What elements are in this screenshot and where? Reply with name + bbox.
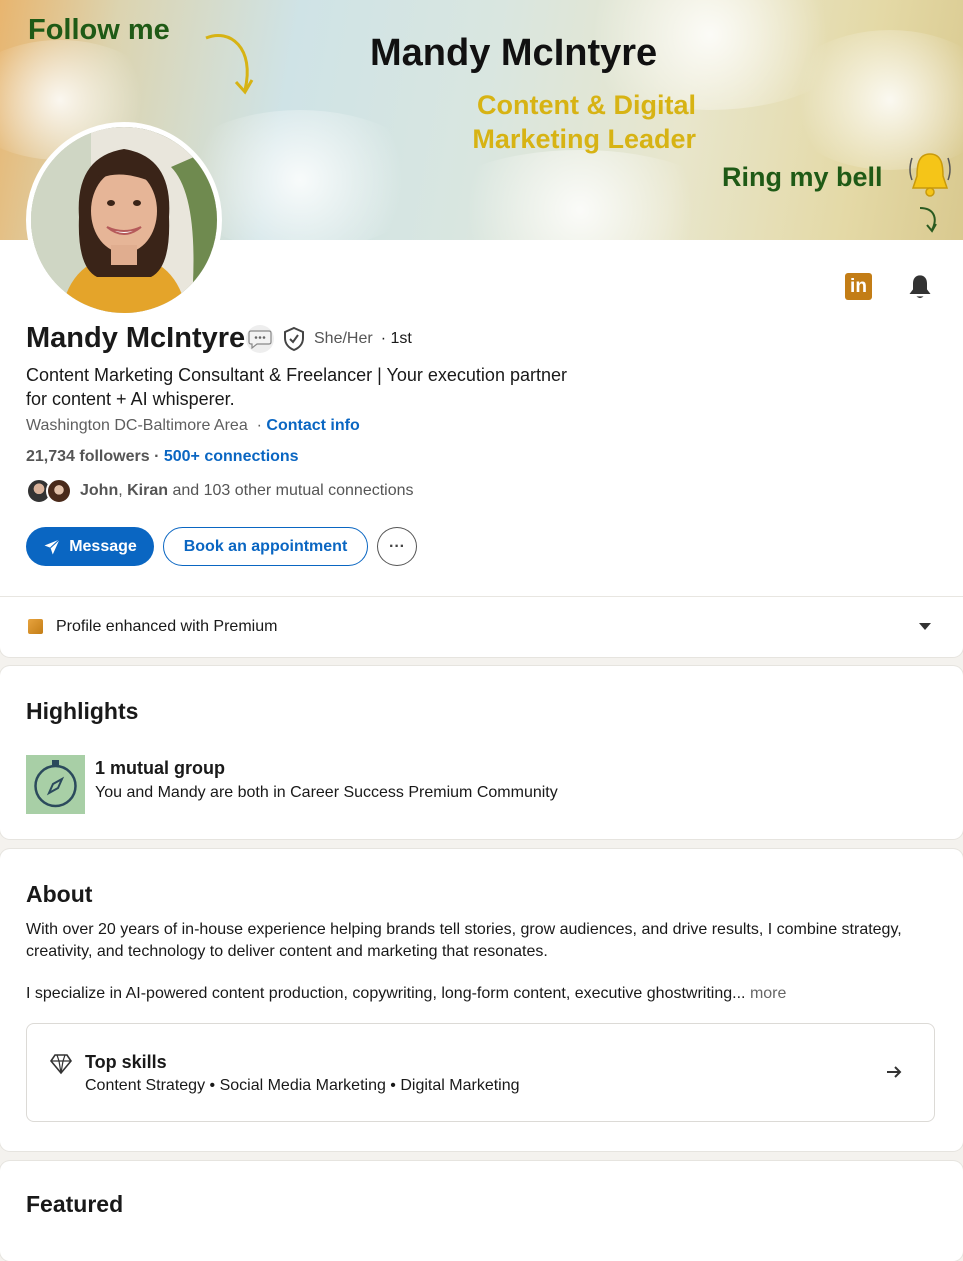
mutual-group-description: You and Mandy are both in Career Success… — [95, 784, 558, 801]
premium-banner[interactable]: Profile enhanced with Premium — [0, 596, 963, 656]
message-button[interactable]: Message — [26, 527, 154, 566]
profile-avatar[interactable] — [26, 122, 222, 318]
book-appointment-label: Book an appointment — [183, 537, 348, 555]
profile-stats: 21,734 followers · 500+ connections — [26, 448, 299, 466]
shield-check-icon[interactable] — [282, 326, 306, 352]
mutual-rest: and 103 other mutual connections — [168, 482, 414, 499]
curved-arrow-icon — [205, 33, 254, 95]
paper-plane-icon — [44, 538, 61, 554]
profile-card: Follow me Mandy McIntyre Content & Digit… — [0, 0, 963, 657]
speech-bubble-icon[interactable] — [246, 325, 274, 353]
premium-icon — [28, 619, 43, 634]
mutual-name: John — [80, 482, 119, 499]
followers-count: 21,734 followers — [26, 448, 150, 465]
arrow-right-icon[interactable] — [884, 1062, 904, 1082]
profile-headline: Content Marketing Consultant & Freelance… — [26, 365, 567, 409]
connection-degree: · 1st — [380, 330, 412, 347]
more-actions-label: ··· — [389, 537, 405, 555]
banner-follow-text: Follow me — [28, 14, 170, 46]
name-extras: She/Her · 1st — [246, 325, 412, 353]
banner-ring-text: Ring my bell — [722, 162, 883, 192]
mutual-group-title[interactable]: 1 mutual group — [95, 758, 225, 779]
highlights-card: Highlights — [0, 666, 963, 839]
featured-card: Featured — [0, 1161, 963, 1261]
mutual-separator: , — [118, 482, 128, 499]
location-separator: · — [256, 417, 262, 434]
banner-tagline-line2: Marketing Leader — [472, 124, 696, 154]
banner-name: Mandy McIntyre — [370, 32, 658, 74]
mutual-avatar — [46, 478, 72, 504]
contact-info-link[interactable]: Contact info — [266, 417, 359, 434]
about-title: About — [26, 881, 93, 907]
profile-location: Washington DC-Baltimore Area — [26, 417, 248, 434]
more-actions-button[interactable]: ··· — [377, 527, 417, 566]
mutual-connections[interactable]: John, Kiran and 103 other mutual connect… — [26, 478, 414, 504]
pronouns: She/Her — [314, 330, 373, 347]
top-skills-panel[interactable]: Top skills Content Strategy • Social Med… — [26, 1023, 935, 1122]
connections-link[interactable]: 500+ connections — [164, 448, 299, 465]
top-skills-title: Top skills — [85, 1052, 167, 1072]
banner-tagline-line1: Content & Digital — [477, 90, 696, 120]
caret-down-icon[interactable] — [919, 623, 931, 630]
highlights-title: Highlights — [26, 698, 139, 724]
banner-cloud — [430, 150, 730, 240]
avatar-image — [31, 127, 217, 313]
profile-name: Mandy McIntyre — [26, 322, 246, 354]
about-paragraph-1: With over 20 years of in-house experienc… — [26, 921, 902, 960]
about-more-link[interactable]: more — [750, 985, 786, 1002]
stats-separator: · — [154, 448, 160, 465]
banner-bell-icon — [909, 153, 951, 197]
premium-label: Profile enhanced with Premium — [56, 617, 278, 635]
linkedin-icon[interactable]: in — [845, 273, 872, 300]
mutual-name: Kiran — [127, 482, 169, 499]
book-appointment-button[interactable]: Book an appointment — [163, 527, 368, 566]
about-paragraph-2: I specialize in AI-powered content produ… — [26, 983, 941, 1005]
curved-arrow-icon — [919, 207, 937, 233]
about-paragraph-2-text: I specialize in AI-powered content produ… — [26, 985, 746, 1002]
profile-location-row: Washington DC-Baltimore Area · Contact i… — [26, 417, 360, 435]
message-label: Message — [69, 537, 137, 555]
diamond-icon — [50, 1054, 72, 1075]
top-skills-list: Content Strategy • Social Media Marketin… — [85, 1077, 520, 1094]
featured-title: Featured — [26, 1191, 124, 1217]
banner-tagline: Content & Digital Marketing Leader — [440, 88, 696, 156]
compass-icon[interactable] — [26, 755, 85, 814]
bell-icon[interactable] — [906, 273, 934, 301]
